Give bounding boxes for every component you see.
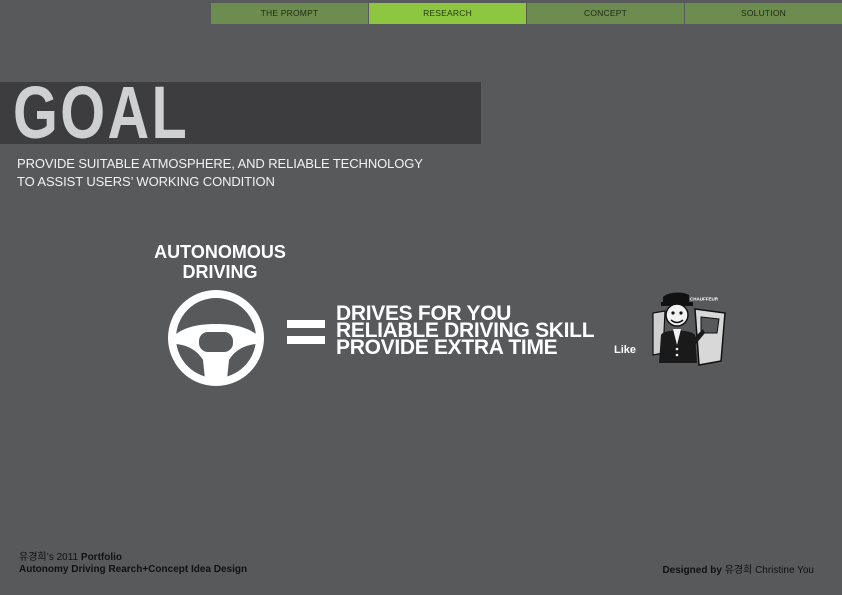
designed-by-label: Designed by xyxy=(662,565,725,576)
portfolio-word: Portfolio xyxy=(80,552,123,563)
goal-description: PROVIDE SUITABLE ATMOSPHERE, AND RELIABL… xyxy=(17,155,423,191)
designer-credit: Designed by 유경희 Christine You xyxy=(662,561,814,576)
author-korean-name: 유경희 xyxy=(19,552,47,563)
chauffeur-illustration: CHAUFFEUR xyxy=(652,292,726,366)
top-nav: THE PROMPT RESEARCH CONCEPT SOLUTION xyxy=(211,3,842,24)
nav-tab-the-prompt[interactable]: THE PROMPT xyxy=(211,3,368,24)
goal-title: GOAL xyxy=(13,71,190,154)
autonomous-driving-label-line-2: DRIVING xyxy=(182,262,258,282)
nav-tab-research[interactable]: RESEARCH xyxy=(369,3,526,24)
nav-tab-solution[interactable]: SOLUTION xyxy=(685,3,842,24)
goal-description-line-2: TO ASSIST USERS’ WORKING CONDITION xyxy=(17,174,275,189)
nav-tab-concept[interactable]: CONCEPT xyxy=(527,3,684,24)
benefits-list: DRIVES FOR YOU RELIABLE DRIVING SKILL PR… xyxy=(336,303,595,359)
autonomous-driving-label: AUTONOMOUS DRIVING xyxy=(140,242,300,282)
benefit-provide-extra-time: PROVIDE EXTRA TIME xyxy=(336,336,558,359)
portfolio-footer: 유경희’s 2011 Portfolio Autonomy Driving Re… xyxy=(19,552,247,576)
designer-name: 유경희 Christine You xyxy=(724,565,814,576)
autonomous-driving-label-line-1: AUTONOMOUS xyxy=(154,242,286,262)
like-label: Like xyxy=(614,344,637,356)
portfolio-subtitle: Autonomy Driving Rearch+Concept Idea Des… xyxy=(19,564,248,575)
portfolio-title: 유경희’s 2011 Portfolio xyxy=(19,552,247,564)
chauffeur-sign: CHAUFFEUR xyxy=(690,297,719,302)
goal-description-line-1: PROVIDE SUITABLE ATMOSPHERE, AND RELIABL… xyxy=(17,156,423,171)
portfolio-year: ’s 2011 xyxy=(46,552,81,563)
steering-wheel-icon xyxy=(168,290,264,386)
equals-sign xyxy=(287,320,325,344)
